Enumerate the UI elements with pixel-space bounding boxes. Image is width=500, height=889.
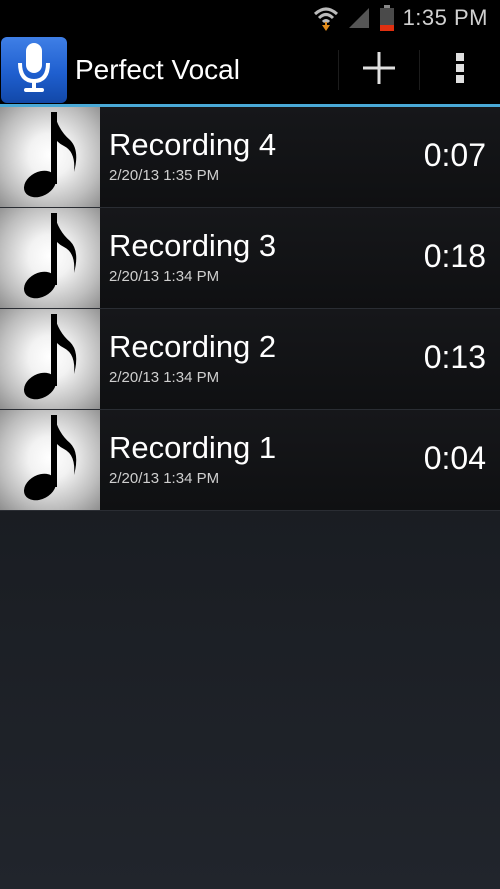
app-icon[interactable] [1,37,67,103]
recording-thumbnail [0,410,100,510]
recording-duration: 0:07 [423,137,486,173]
microphone-icon [14,41,54,100]
add-icon [362,51,396,90]
recording-thumbnail [0,107,100,207]
status-time: 1:35 PM [402,5,488,30]
recording-duration: 0:13 [423,339,486,375]
recording-row[interactable]: Recording 3 2/20/13 1:34 PM 0:18 [0,208,500,309]
recording-duration: 0:18 [423,238,486,274]
recording-thumbnail [0,208,100,308]
battery-icon [379,5,395,31]
recording-row[interactable]: Recording 2 2/20/13 1:34 PM 0:13 [0,309,500,410]
status-bar: 1:35 PM [0,0,500,36]
app-title: Perfect Vocal [75,54,240,85]
music-note-icon [20,108,80,207]
recording-row[interactable]: Recording 1 2/20/13 1:34 PM 0:04 [0,410,500,511]
recording-row[interactable]: Recording 4 2/20/13 1:35 PM 0:07 [0,107,500,208]
overflow-menu-button[interactable] [420,36,500,104]
signal-icon [347,6,371,30]
recordings-list[interactable]: Recording 4 2/20/13 1:35 PM 0:07 Recordi… [0,107,500,889]
wifi-icon [313,5,339,31]
recording-duration: 0:04 [423,440,486,476]
overflow-menu-icon [454,52,466,89]
music-note-icon [20,411,80,510]
add-recording-button[interactable] [339,36,419,104]
music-note-icon [20,209,80,308]
recording-thumbnail [0,309,100,409]
music-note-icon [20,310,80,409]
action-bar: Perfect Vocal [0,36,500,104]
